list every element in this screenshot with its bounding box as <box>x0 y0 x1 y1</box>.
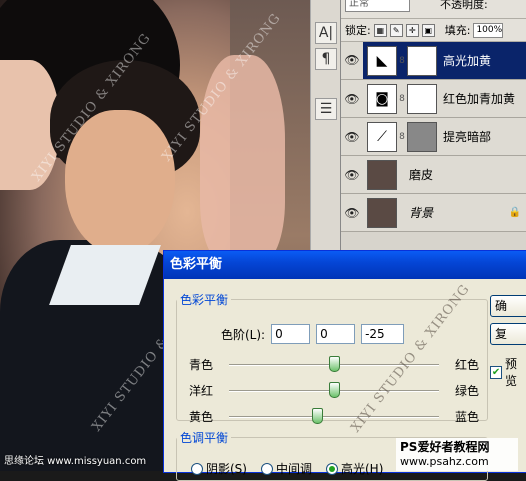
blend-mode-select[interactable]: 正常 <box>345 0 410 12</box>
slider-left-label: 青色 <box>189 358 214 372</box>
lock-label: 锁定: <box>345 24 371 37</box>
lock-icon: 🔒 <box>508 207 521 218</box>
slider-thumb[interactable] <box>311 408 323 424</box>
slider-left-label: 洋红 <box>189 384 214 398</box>
credit-right: PS爱好者教程网 www.psahz.com <box>396 438 518 471</box>
layer-name: 提亮暗部 <box>443 130 492 144</box>
eye-icon[interactable]: 👁 <box>341 42 363 79</box>
credit-left: 思缘论坛 www.missyuan.com <box>4 456 147 467</box>
radio-highlights[interactable]: 高光(H) <box>326 460 383 477</box>
eye-icon[interactable]: 👁 <box>341 92 363 106</box>
levels-icon: ◣ <box>367 45 397 76</box>
link-icon: 8 <box>399 93 405 104</box>
link-icon: 8 <box>399 131 405 142</box>
eye-icon[interactable]: 👁 <box>341 168 363 182</box>
lock-all-icon[interactable]: ▣ <box>421 24 435 37</box>
radio-shadows[interactable]: 阴影(S) <box>191 460 247 477</box>
levels-label: 色阶(L): <box>221 327 266 342</box>
dialog-title[interactable]: 色彩平衡 <box>164 251 526 279</box>
layer-comps-icon[interactable]: ☰ <box>315 98 337 120</box>
layer-row[interactable]: 👁 ◙ 8 红色加青加黄 <box>341 80 526 118</box>
side-toolbar: A| ¶ ☰ <box>310 0 341 250</box>
lock-transparent-icon[interactable]: ▦ <box>373 24 387 37</box>
eye-icon[interactable]: 👁 <box>341 206 363 220</box>
layer-mask[interactable] <box>407 83 437 114</box>
layer-row[interactable]: 👁 背景 🔒 <box>341 194 526 232</box>
check-icon: ✔ <box>490 365 503 379</box>
slider-magenta-green: 洋红 绿色 <box>189 382 479 400</box>
slider-yellow-blue: 黄色 蓝色 <box>189 408 479 426</box>
slider-thumb[interactable] <box>329 382 340 398</box>
slider-right-label: 红色 <box>454 358 479 372</box>
fill-input[interactable]: 100% <box>473 22 504 38</box>
photo-icon <box>367 159 397 190</box>
layer-name: 红色加青加黄 <box>443 92 516 106</box>
radio-midtones[interactable]: 中间调 <box>260 460 312 477</box>
layer-mask[interactable] <box>407 121 437 152</box>
lock-move-icon[interactable]: ✛ <box>405 24 419 37</box>
level-yellow-blue-input[interactable]: -25 <box>361 324 405 344</box>
curves-icon: ◙ <box>367 83 397 114</box>
character-panel-icon[interactable]: A| <box>315 22 337 44</box>
link-icon: 8 <box>399 55 405 66</box>
layer-row[interactable]: 👁 ⟋ 8 提亮暗部 <box>341 118 526 156</box>
curves-icon: ⟋ <box>367 121 397 152</box>
ok-button[interactable]: 确 <box>490 295 526 317</box>
layer-name: 背景 <box>409 206 434 220</box>
lock-paint-icon[interactable]: ✎ <box>389 24 403 37</box>
layer-mask[interactable] <box>407 45 437 76</box>
opacity-label: 不透明度: <box>440 0 488 11</box>
group-legend: 色彩平衡 <box>180 293 229 307</box>
layers-panel: 正常 不透明度: 锁定: ▦ ✎ ✛ ▣ 填充: 100% 👁 ◣ 8 高光加黄 👁 … <box>340 0 526 250</box>
layer-row[interactable]: 👁 磨皮 <box>341 156 526 194</box>
group-legend: 色调平衡 <box>180 431 229 445</box>
layer-row[interactable]: 👁 ◣ 8 高光加黄 <box>341 42 526 80</box>
slider-right-label: 绿色 <box>454 384 479 398</box>
photo-icon <box>367 197 397 228</box>
reset-button[interactable]: 复 <box>490 323 526 345</box>
slider-right-label: 蓝色 <box>454 410 479 424</box>
fill-label: 填充: <box>444 24 471 37</box>
layer-name: 磨皮 <box>409 168 434 182</box>
slider-left-label: 黄色 <box>189 410 214 424</box>
paragraph-panel-icon[interactable]: ¶ <box>315 48 337 70</box>
preview-checkbox[interactable]: ✔ 预览 <box>490 355 526 389</box>
preview-label: 预览 <box>505 357 518 388</box>
eye-icon[interactable]: 👁 <box>341 130 363 144</box>
level-magenta-green-input[interactable]: 0 <box>316 324 356 344</box>
slider-thumb[interactable] <box>329 356 340 372</box>
level-cyan-red-input[interactable]: 0 <box>271 324 311 344</box>
slider-cyan-red: 青色 红色 <box>189 356 479 374</box>
layer-name: 高光加黄 <box>443 54 492 68</box>
